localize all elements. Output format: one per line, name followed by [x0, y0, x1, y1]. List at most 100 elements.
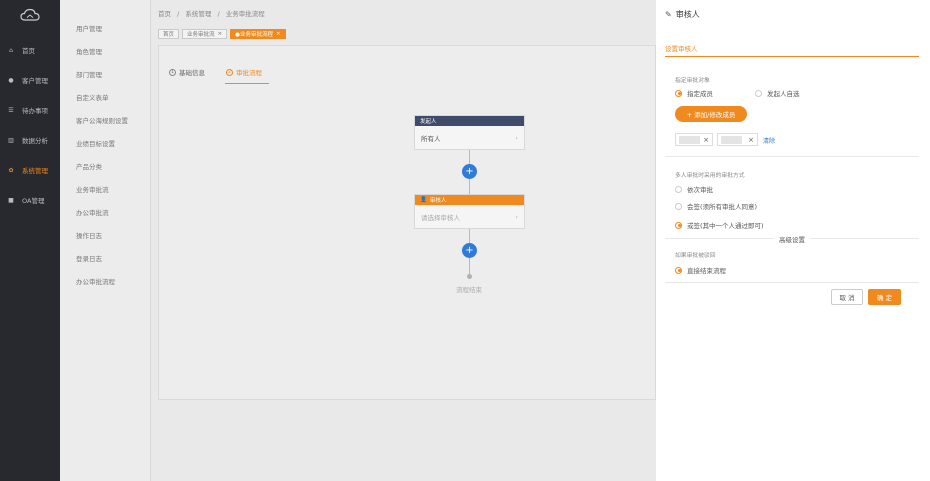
- step-number: 2: [226, 68, 233, 76]
- breadcrumb: 首页 / 系统管理 / 业务审批流程: [158, 8, 265, 18]
- breadcrumb-separator: /: [177, 10, 180, 18]
- tab-set-approver[interactable]: 设置审核人: [665, 43, 698, 53]
- submenu-item[interactable]: 登录日志: [76, 253, 102, 263]
- step-label: 基础信息: [179, 69, 205, 77]
- approver-node-placeholder: 请选择审核人: [421, 213, 460, 222]
- chip-close-icon[interactable]: ×: [703, 136, 709, 144]
- nav-item-system[interactable]: ✿ 系统管理: [0, 159, 60, 181]
- add-node-button[interactable]: +: [462, 243, 477, 258]
- breadcrumb-section[interactable]: 系统管理: [185, 10, 211, 18]
- cancel-button[interactable]: 取 消: [831, 289, 863, 305]
- chevron-right-icon: ›: [515, 133, 518, 142]
- submenu-item[interactable]: 自定义表单: [76, 92, 109, 102]
- radio-label: 指定成员: [687, 90, 713, 98]
- clear-link[interactable]: 清除: [763, 136, 775, 145]
- start-node-card[interactable]: 发起人 所有人 ›: [414, 115, 525, 150]
- step-basic-info[interactable]: 1 基础信息: [169, 67, 205, 77]
- approver-node-card[interactable]: 👤 审核人 请选择审核人 ›: [414, 194, 525, 229]
- radio-initiator-choose[interactable]: 发起人自选: [755, 88, 800, 98]
- nav-item-label: 系统管理: [22, 167, 48, 175]
- close-icon[interactable]: ×: [218, 31, 223, 37]
- nav-item-analytics[interactable]: ▥ 数据分析: [0, 129, 60, 151]
- tab-business-approval[interactable]: 业务审批流 ×: [182, 29, 228, 39]
- submenu-item[interactable]: 业绩目标设置: [76, 138, 115, 148]
- nav-item-label: 客户管理: [22, 77, 48, 85]
- multi-approval-label: 多人审批时采用的审批方式: [675, 173, 745, 179]
- nav-item-label: 待办事项: [22, 107, 48, 115]
- nav-item-home[interactable]: ⌂ 首页: [0, 39, 60, 61]
- connector-line: [469, 229, 470, 243]
- active-step-underline: [225, 83, 269, 84]
- step-approval-flow[interactable]: 2 审批流程: [226, 67, 262, 77]
- submenu-item[interactable]: 部门管理: [76, 69, 102, 79]
- radio-sequential[interactable]: 依次审批: [675, 184, 713, 194]
- step-number: 1: [169, 68, 176, 76]
- close-icon[interactable]: ×: [276, 31, 281, 37]
- step-label: 审批流程: [236, 69, 262, 77]
- tab-approval-process[interactable]: ●业务审批流程 ×: [230, 29, 286, 39]
- radio-specified-member[interactable]: 指定成员: [675, 88, 713, 98]
- radio-dot: [675, 89, 682, 97]
- radio-label: 直接结束流程: [687, 267, 726, 275]
- nav-item-todo[interactable]: ☰ 待办事项: [0, 99, 60, 121]
- page-tabs: 首页 业务审批流 × ●业务审批流程 ×: [158, 29, 286, 39]
- radio-dot: [675, 266, 682, 274]
- radio-label: 依次审批: [687, 186, 713, 194]
- breadcrumb-separator: /: [217, 10, 220, 18]
- confirm-button[interactable]: 确 定: [868, 289, 901, 305]
- submenu-item[interactable]: 办公审批流: [76, 207, 109, 217]
- nav-item-label: OA管理: [22, 197, 45, 205]
- advanced-settings-label: 高级设置: [774, 234, 810, 244]
- radio-label: 发起人自选: [767, 90, 800, 98]
- radio-dot: [755, 89, 762, 97]
- nav-item-label: 首页: [22, 47, 35, 55]
- radio-label: 会签(须所有审批人同意): [687, 203, 758, 211]
- add-member-button[interactable]: + 添加/修改成员: [675, 106, 747, 122]
- target-label: 指定审批对象: [675, 78, 710, 84]
- start-node-header: 发起人: [415, 116, 524, 126]
- divider: [665, 282, 919, 283]
- start-node-body: 所有人 ›: [415, 126, 524, 149]
- radio-dot: [675, 202, 682, 210]
- reject-label: 如果审批被驳回: [675, 253, 716, 259]
- start-node-title: 发起人: [420, 119, 437, 125]
- submenu-item[interactable]: 操作日志: [76, 230, 102, 240]
- oa-icon: ■: [8, 196, 14, 204]
- submenu-item[interactable]: 产品分类: [76, 161, 102, 171]
- todo-icon: ☰: [8, 106, 14, 114]
- tab-label: 首页: [163, 32, 175, 38]
- nav-item-label: 数据分析: [22, 137, 48, 145]
- member-chip: ×: [717, 133, 758, 146]
- gear-icon: ✿: [8, 166, 14, 174]
- radio-or-sign[interactable]: 或签(其中一个人通过即可): [675, 220, 764, 230]
- connector-line: [469, 150, 470, 164]
- approver-node-body: 请选择审核人 ›: [415, 205, 524, 228]
- submenu-item[interactable]: 客户公海规则设置: [76, 115, 128, 125]
- user-icon: 👤: [420, 197, 427, 203]
- breadcrumb-home[interactable]: 首页: [158, 10, 171, 18]
- submenu-item[interactable]: 角色管理: [76, 46, 102, 56]
- radio-end-process[interactable]: 直接结束流程: [675, 265, 726, 275]
- radio-countersign[interactable]: 会签(须所有审批人同意): [675, 201, 757, 211]
- member-name-blurred: [721, 136, 742, 144]
- tab-label: ●业务审批流程: [235, 32, 273, 38]
- tab-underline: [665, 56, 919, 57]
- tab-label: 业务审批流: [187, 32, 215, 38]
- submenu-item[interactable]: 用户管理: [76, 23, 102, 33]
- customer-icon: ●: [8, 76, 14, 84]
- tab-home[interactable]: 首页: [158, 29, 180, 39]
- add-node-button[interactable]: +: [462, 164, 477, 179]
- divider: [665, 156, 919, 157]
- drawer-title: ✎ 审核人: [665, 9, 700, 20]
- main-navigation: ⌂ 首页 ● 客户管理 ☰ 待办事项 ▥ 数据分析 ✿ 系统管理 ■ OA管理: [0, 0, 60, 481]
- nav-item-oa[interactable]: ■ OA管理: [0, 189, 60, 211]
- chip-close-icon[interactable]: ×: [748, 136, 754, 144]
- main-content: 1 基础信息 2 审批流程 发起人 所有人 › + 👤 审核人 请选择审核人 › + …: [158, 45, 656, 400]
- edit-icon: ✎: [665, 10, 672, 19]
- approver-node-header: 👤 审核人: [415, 195, 524, 205]
- nav-item-customer[interactable]: ● 客户管理: [0, 69, 60, 91]
- chevron-right-icon: ›: [515, 212, 518, 221]
- submenu-item[interactable]: 办公审批流程: [76, 276, 115, 286]
- end-label: 流程结束: [456, 286, 482, 294]
- submenu-item[interactable]: 业务审批流: [76, 184, 109, 194]
